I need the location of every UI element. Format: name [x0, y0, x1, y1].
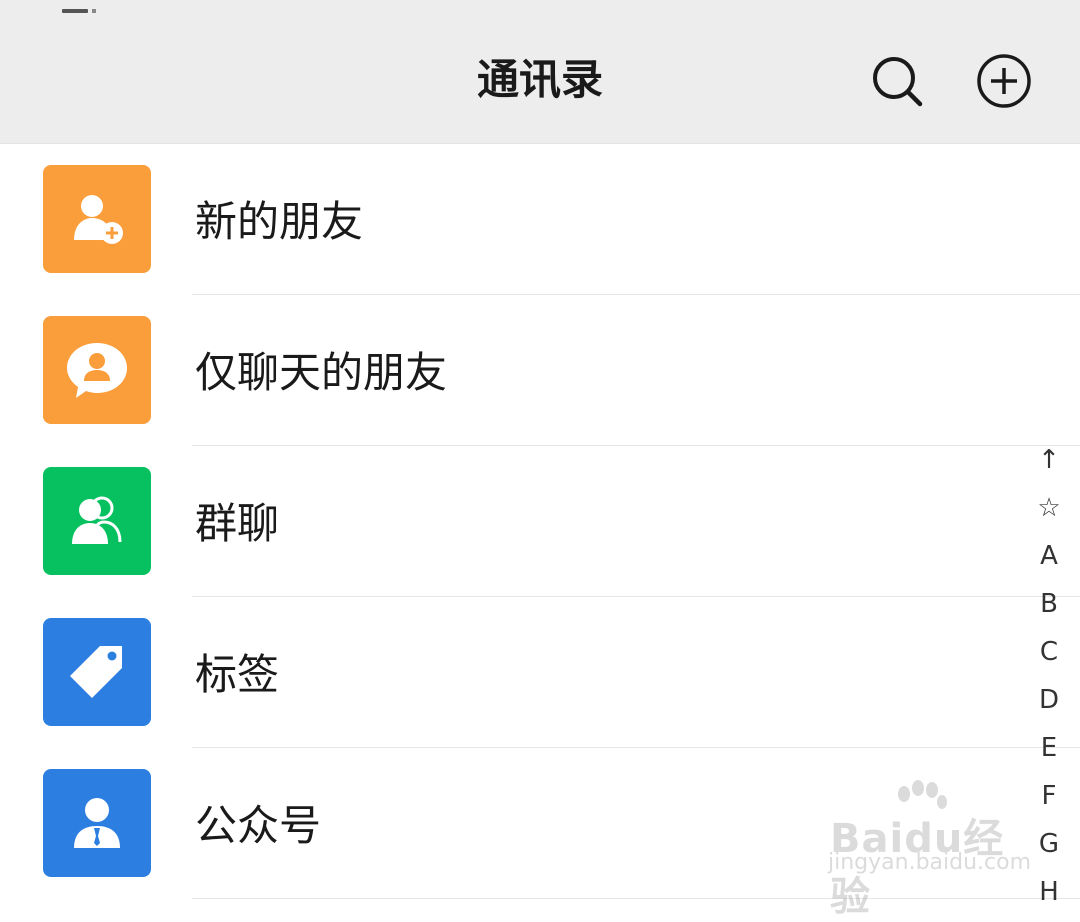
add-friend-icon	[43, 165, 151, 273]
list-item-new-friends[interactable]: 新的朋友	[0, 144, 1080, 295]
watermark-url: jingyan.baidu.com	[828, 850, 1032, 875]
list-item-label: 群聊	[195, 499, 280, 548]
plus-circle-icon	[977, 54, 1031, 108]
index-item-f[interactable]: F	[1028, 776, 1070, 816]
group-chat-icon	[43, 467, 151, 575]
list-item-label: 新的朋友	[195, 197, 364, 246]
official-account-icon	[43, 769, 151, 877]
baidu-jingyan-watermark: Baidu经验 jingyan.baidu.com	[828, 780, 1032, 920]
index-item-starred[interactable]: ☆	[1028, 488, 1070, 528]
chat-only-friend-icon	[43, 316, 151, 424]
list-item-group-chats[interactable]: 群聊	[0, 446, 1080, 597]
header-bar: 通讯录	[0, 0, 1080, 144]
list-item-tags[interactable]: 标签	[0, 597, 1080, 748]
index-item-g[interactable]: G	[1028, 824, 1070, 864]
tag-icon	[43, 618, 151, 726]
index-item-a[interactable]: A	[1028, 536, 1070, 576]
index-item-c[interactable]: C	[1028, 632, 1070, 672]
search-icon	[873, 57, 923, 107]
list-item-label: 仅聊天的朋友	[195, 348, 448, 397]
index-item-top[interactable]: ↑	[1028, 440, 1070, 480]
index-item-h[interactable]: H	[1028, 872, 1070, 901]
list-item-label: 标签	[195, 650, 280, 699]
search-button[interactable]	[868, 52, 926, 110]
index-item-b[interactable]: B	[1028, 584, 1070, 624]
list-item-label: 公众号	[195, 801, 322, 850]
list-item-chat-only-friends[interactable]: 仅聊天的朋友	[0, 295, 1080, 446]
status-bar-fragment	[60, 0, 100, 13]
add-button[interactable]	[975, 52, 1033, 110]
index-item-d[interactable]: D	[1028, 680, 1070, 720]
index-item-e[interactable]: E	[1028, 728, 1070, 768]
